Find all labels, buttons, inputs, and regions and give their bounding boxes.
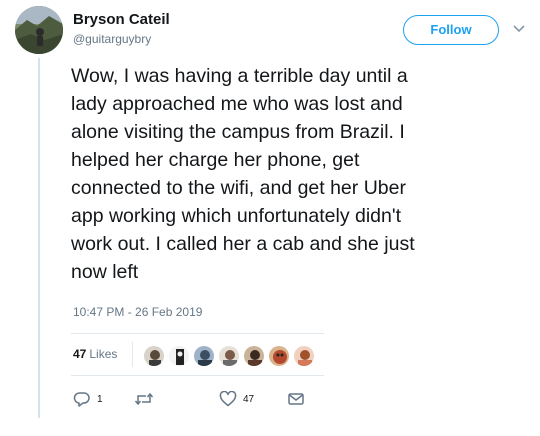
liker-avatar[interactable]	[218, 345, 240, 367]
likes-label: Likes	[89, 347, 118, 361]
liker-avatar[interactable]	[243, 345, 265, 367]
liker-avatar[interactable]	[143, 345, 165, 367]
envelope-icon	[288, 393, 304, 405]
message-button[interactable]	[287, 389, 305, 409]
tweet-timestamp[interactable]: 10:47 PM - 26 Feb 2019	[73, 305, 202, 319]
thread-line	[38, 58, 40, 418]
follow-button[interactable]: Follow	[403, 15, 499, 45]
reply-count: 1	[97, 393, 103, 405]
stats-divider-bottom	[71, 375, 324, 376]
like-button[interactable]: 47	[219, 389, 254, 409]
display-name[interactable]: Bryson Cateil	[73, 11, 170, 28]
tweet-actions: 1 47	[71, 389, 331, 409]
tweet-card: Bryson Cateil @guitarguybry Follow Wow, …	[0, 0, 540, 436]
liker-avatar[interactable]	[193, 345, 215, 367]
likes-stat[interactable]: 47 Likes	[73, 347, 117, 361]
like-count: 47	[243, 393, 255, 405]
liker-avatar[interactable]	[268, 345, 290, 367]
retweet-button[interactable]	[134, 389, 154, 409]
user-handle[interactable]: @guitarguybry	[73, 32, 151, 46]
liker-avatar[interactable]	[293, 345, 315, 367]
reply-icon	[73, 392, 90, 407]
heart-icon	[219, 391, 237, 407]
reply-button[interactable]: 1	[73, 389, 103, 409]
chevron-down-icon[interactable]	[512, 24, 526, 34]
likes-count: 47	[73, 347, 87, 361]
liker-avatar[interactable]	[168, 345, 190, 367]
tweet-text: Wow, I was having a terrible day until a…	[71, 65, 415, 283]
stats-separator	[132, 342, 133, 367]
stats-divider-top	[71, 333, 324, 334]
retweet-icon	[134, 392, 154, 406]
user-avatar[interactable]	[15, 6, 63, 54]
